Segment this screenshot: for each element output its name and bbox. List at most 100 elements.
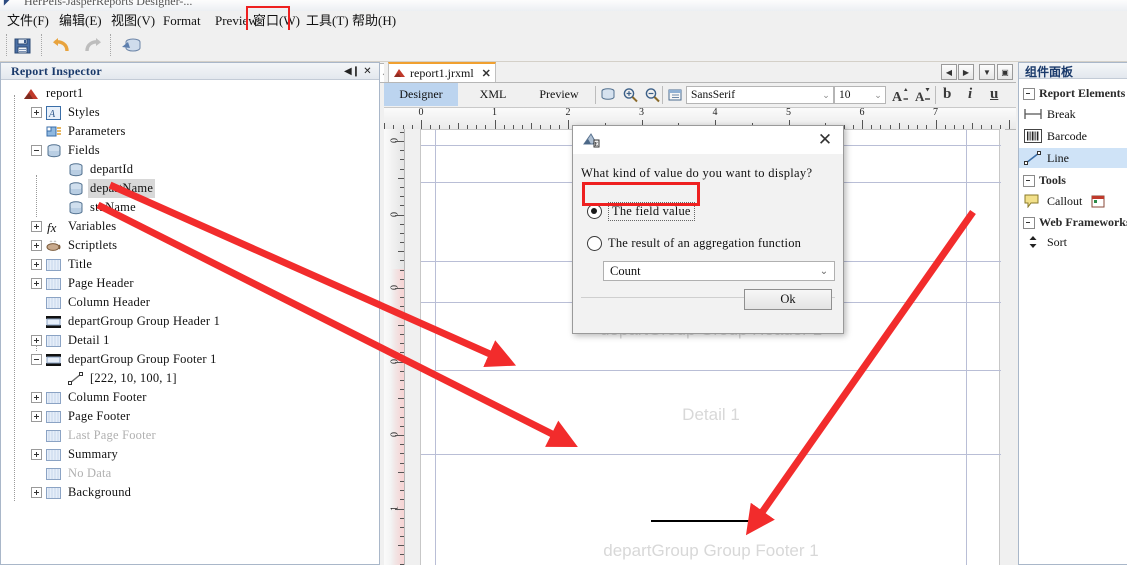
tree-node[interactable]: fx Variables [31,217,118,236]
tree-node[interactable]: Background [31,483,133,502]
break-icon [1023,106,1043,122]
tree-node[interactable]: departGroup Group Footer 1 [31,350,219,369]
expand-icon[interactable] [31,392,42,403]
close-icon[interactable]: ✕ [361,65,374,78]
tree-node[interactable]: Last Page Footer [31,426,158,445]
tree-node[interactable]: Column Header [31,293,152,312]
menu-window[interactable]: 窗口(W) [250,12,303,29]
tree-node[interactable]: A Styles [31,103,102,122]
palette-group-label: Web Frameworks [1039,215,1127,229]
underline-button[interactable]: u [990,84,998,105]
menu-file[interactable]: 文件(F) [4,12,52,29]
report-structure-tree[interactable]: report1 A Styles Parameters Fields departId de… [1,81,379,564]
menu-tools[interactable]: 工具(T) [303,12,352,29]
tree-node[interactable]: No Data [31,464,113,483]
maximize-editor-button[interactable]: ▣ [997,64,1013,80]
tree-node[interactable]: Fields [31,141,102,160]
tree-node[interactable]: departId [53,160,135,179]
italic-button[interactable]: i [968,84,972,105]
tree-node[interactable]: departGroup Group Header 1 [31,312,222,331]
save-all-button[interactable] [10,33,36,58]
dataset-button[interactable] [598,85,619,105]
tab-close-icon[interactable]: ✕ [482,67,491,80]
tree-node[interactable]: Column Footer [31,388,149,407]
expand-icon[interactable] [31,335,42,346]
radio-the-field-value[interactable]: The field value [587,202,695,221]
palette-group-tools[interactable]: Tools [1023,172,1066,189]
menu-view[interactable]: 视图(V) [108,12,158,29]
tree-node[interactable]: stuName [53,198,138,217]
collapse-icon[interactable]: ◀❙ [344,65,360,78]
collapse-icon[interactable] [31,145,42,156]
font-family-combo[interactable]: SansSerif ⌄ [686,86,834,104]
tree-node[interactable]: Detail 1 [31,331,112,350]
bold-button[interactable]: b [943,84,951,105]
ruler-tick [395,141,404,142]
format-element-button[interactable] [665,85,686,105]
scroll-tabs-right-button[interactable]: ▶ [958,64,974,80]
menu-format[interactable]: Format [160,12,204,29]
palette-item-barcode[interactable]: Barcode [1019,126,1127,146]
ruler-tick-label: 7 [933,108,938,118]
undo-button[interactable] [48,33,74,58]
tree-node-label: report1 [46,86,84,100]
tree-node-spacer [53,373,64,384]
tree-node[interactable]: Title [31,255,94,274]
palette-item-sort[interactable]: Sort [1019,232,1127,252]
expand-icon[interactable] [31,411,42,422]
jasperreports-designer-window: ◤ HerPeis-JasperReports Designer-... 文件(… [0,0,1127,565]
expand-icon[interactable] [31,221,42,232]
tree-node[interactable]: Parameters [31,122,128,141]
expand-icon[interactable] [31,240,42,251]
palette-item-line[interactable]: Line [1019,148,1127,168]
report-datasource-button[interactable] [118,33,144,58]
ruler-tick [400,232,404,234]
calendar-icon[interactable] [1088,193,1108,209]
decrease-font-button[interactable]: A [912,85,933,105]
expand-icon[interactable] [31,278,42,289]
expand-icon[interactable] [31,107,42,118]
zoom-in-button[interactable] [620,85,641,105]
redo-button[interactable] [80,33,106,58]
aggregation-function-select[interactable]: Count ⌄ [603,261,835,281]
ruler-tick [400,416,404,418]
expand-icon[interactable] [31,487,42,498]
tree-node[interactable]: Scriptlets [31,236,119,255]
collapse-icon[interactable] [1023,216,1035,229]
ruler-tick [400,480,404,482]
tree-node[interactable]: [222, 10, 100, 1] [53,369,179,388]
tree-node[interactable]: report1 [9,84,86,103]
ruler-tick [395,361,404,363]
dialog-ok-button[interactable]: Ok [744,289,832,310]
palette-title: 组件面板 [1025,65,1074,79]
tree-node[interactable]: Page Header [31,274,136,293]
font-size-combo[interactable]: 10 ⌄ [834,86,886,104]
expand-icon[interactable] [31,449,42,460]
palette-item-callout[interactable]: Callout [1019,191,1127,211]
menu-edit[interactable]: 编辑(E) [56,12,105,29]
line-element[interactable] [651,520,751,522]
tree-node[interactable]: Page Footer [31,407,132,426]
radio-aggregation-function[interactable]: The result of an aggregation function [587,236,801,251]
ruler-tick [400,278,404,280]
dialog-close-icon[interactable]: ✕ [814,129,836,151]
zoom-out-button[interactable] [642,85,663,105]
tree-node[interactable]: Summary [31,445,120,464]
tab-xml[interactable]: XML [466,83,520,106]
document-tab-report1-jrxml[interactable]: report1.jrxml ✕ [388,62,496,82]
tab-designer[interactable]: Designer [384,83,458,106]
increase-font-button[interactable]: A [890,85,911,105]
menu-help[interactable]: 帮助(H) [349,12,399,29]
tree-node[interactable]: departName [53,179,156,198]
radio-label: The field value [608,202,695,221]
tab-preview[interactable]: Preview [524,83,594,106]
palette-group-web-frameworks[interactable]: Web Frameworks [1023,214,1127,231]
tab-list-dropdown-button[interactable]: ▼ [979,64,995,80]
collapse-icon[interactable] [1023,87,1035,100]
collapse-icon[interactable] [1023,174,1035,187]
palette-group-report-elements[interactable]: Report Elements [1023,85,1125,102]
collapse-icon[interactable] [31,354,42,365]
expand-icon[interactable] [31,259,42,270]
scroll-tabs-left-button[interactable]: ◀ [941,64,957,80]
palette-item-break[interactable]: Break [1019,104,1127,124]
